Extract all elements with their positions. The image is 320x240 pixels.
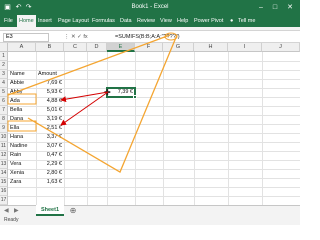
ribbon-tabs: File Home Insert Page Layout Formulas Da… — [0, 15, 300, 27]
tab-power-pivot[interactable]: Power Pivot — [194, 15, 223, 27]
sheet-tab-sheet1[interactable]: Sheet1 — [36, 205, 64, 216]
plus-icon[interactable]: ⊕ — [68, 206, 78, 216]
cell-name[interactable]: Vera — [8, 160, 36, 169]
gridline — [8, 196, 300, 197]
row-header[interactable]: 2 — [0, 61, 8, 70]
gridline — [87, 52, 88, 205]
row-header[interactable]: 14 — [0, 169, 8, 178]
row-header[interactable]: 6 — [0, 97, 8, 106]
gridline — [262, 52, 263, 205]
cell-amount[interactable]: 2,29 € — [36, 160, 64, 169]
cell-name[interactable]: Ada — [8, 97, 36, 106]
minimize-button[interactable]: – — [254, 0, 268, 15]
column-header-i[interactable]: I — [228, 43, 262, 52]
row-header[interactable]: 13 — [0, 160, 8, 169]
cell-amount[interactable]: 5,93 € — [36, 88, 64, 97]
cell-amount[interactable]: 2,80 € — [36, 169, 64, 178]
cell-name[interactable]: Abby — [8, 88, 36, 97]
row-header[interactable]: 16 — [0, 187, 8, 196]
row-header[interactable]: 3 — [0, 70, 8, 79]
gridline — [228, 52, 229, 205]
gridline — [163, 52, 164, 205]
cell-name[interactable]: Dana — [8, 115, 36, 124]
name-box[interactable]: E3 — [3, 33, 49, 42]
column-header-f[interactable]: F — [135, 43, 163, 52]
header-name[interactable]: Name — [8, 70, 36, 79]
sheet-tabs-bar: ◀ ▶ Sheet1 ⊕ — [0, 205, 300, 216]
row-header[interactable]: 5 — [0, 88, 8, 97]
status-ready: Ready — [4, 217, 19, 223]
tab-home[interactable]: Home — [17, 15, 36, 27]
tab-page-layout[interactable]: Page Layout — [58, 15, 89, 27]
tab-insert[interactable]: Insert — [38, 15, 52, 27]
worksheet-grid[interactable]: A B C D E F G H I J 1 2 3 4 5 6 7 8 9 10… — [0, 43, 300, 205]
formula-input[interactable]: =SUMIFS(B:B;A:A;"????") — [115, 33, 295, 42]
column-header-b[interactable]: B — [36, 43, 64, 52]
column-header-j[interactable]: J — [262, 43, 300, 52]
cell-name[interactable]: Nadine — [8, 142, 36, 151]
title-bar: ▣ ↶ ↷ Book1 - Excel – □ ✕ — [0, 0, 300, 15]
cell-amount[interactable]: 4,88 € — [36, 97, 64, 106]
column-header-h[interactable]: H — [194, 43, 228, 52]
column-header-a[interactable]: A — [8, 43, 36, 52]
formula-bar: E3 ⋮ ✕ ✓ fx =SUMIFS(B:B;A:A;"????") — [0, 31, 300, 43]
nav-prev-sheet-icon[interactable]: ◀ — [4, 207, 9, 216]
gridline — [8, 61, 300, 62]
fx-label: ⋮ ✕ ✓ fx — [64, 34, 88, 40]
cell-amount[interactable]: 3,19 € — [36, 115, 64, 124]
row-header[interactable]: 7 — [0, 106, 8, 115]
cell-name[interactable]: Ella — [8, 124, 36, 133]
close-button[interactable]: ✕ — [283, 0, 297, 15]
tell-me-search[interactable]: Tell me — [238, 15, 255, 27]
maximize-button[interactable]: □ — [268, 0, 282, 15]
row-header[interactable]: 9 — [0, 124, 8, 133]
cell-amount[interactable]: 7,69 € — [36, 79, 64, 88]
tab-formulas[interactable]: Formulas — [92, 15, 115, 27]
cell-name[interactable]: Zara — [8, 178, 36, 187]
cell-amount[interactable]: 3,37 € — [36, 133, 64, 142]
cell-name[interactable]: Xenia — [8, 169, 36, 178]
tab-help[interactable]: Help — [177, 15, 188, 27]
cell-amount[interactable]: 2,51 € — [36, 124, 64, 133]
cell-name[interactable]: Abbie — [8, 79, 36, 88]
row-header[interactable]: 8 — [0, 115, 8, 124]
status-bar: Ready — [0, 216, 300, 225]
column-header-d[interactable]: D — [87, 43, 107, 52]
tab-review[interactable]: Review — [137, 15, 155, 27]
column-header-c[interactable]: C — [64, 43, 87, 52]
gridline — [64, 52, 65, 205]
row-header[interactable]: 11 — [0, 142, 8, 151]
row-header[interactable]: 10 — [0, 133, 8, 142]
cell-amount[interactable]: 5,01 € — [36, 106, 64, 115]
row-header[interactable]: 12 — [0, 151, 8, 160]
gridline — [135, 52, 136, 205]
gridline — [194, 52, 195, 205]
tab-data[interactable]: Data — [120, 15, 132, 27]
select-all-corner[interactable] — [0, 43, 8, 52]
nav-next-sheet-icon[interactable]: ▶ — [14, 207, 19, 216]
cell-name[interactable]: Hana — [8, 133, 36, 142]
column-header-e[interactable]: E — [107, 43, 135, 52]
gridline — [8, 187, 300, 188]
cursor-icon: ✚ — [104, 88, 111, 97]
column-header-g[interactable]: G — [163, 43, 194, 52]
tab-file[interactable]: File — [4, 15, 13, 27]
gridline — [107, 52, 108, 205]
row-header[interactable]: 15 — [0, 178, 8, 187]
cell-amount[interactable]: 1,63 € — [36, 178, 64, 187]
row-header[interactable]: 1 — [0, 52, 8, 61]
cell-amount[interactable]: 3,07 € — [36, 142, 64, 151]
row-header[interactable]: 17 — [0, 196, 8, 205]
cell-name[interactable]: Rain — [8, 151, 36, 160]
cell-amount[interactable]: 0,47 € — [36, 151, 64, 160]
fill-handle[interactable] — [133, 95, 137, 99]
row-header[interactable]: 4 — [0, 79, 8, 88]
fx-icon[interactable]: fx — [83, 34, 87, 40]
header-amount[interactable]: Amount — [36, 70, 64, 79]
tab-view[interactable]: View — [160, 15, 172, 27]
cell-name[interactable]: Bella — [8, 106, 36, 115]
lightbulb-icon[interactable]: ● — [230, 15, 233, 27]
